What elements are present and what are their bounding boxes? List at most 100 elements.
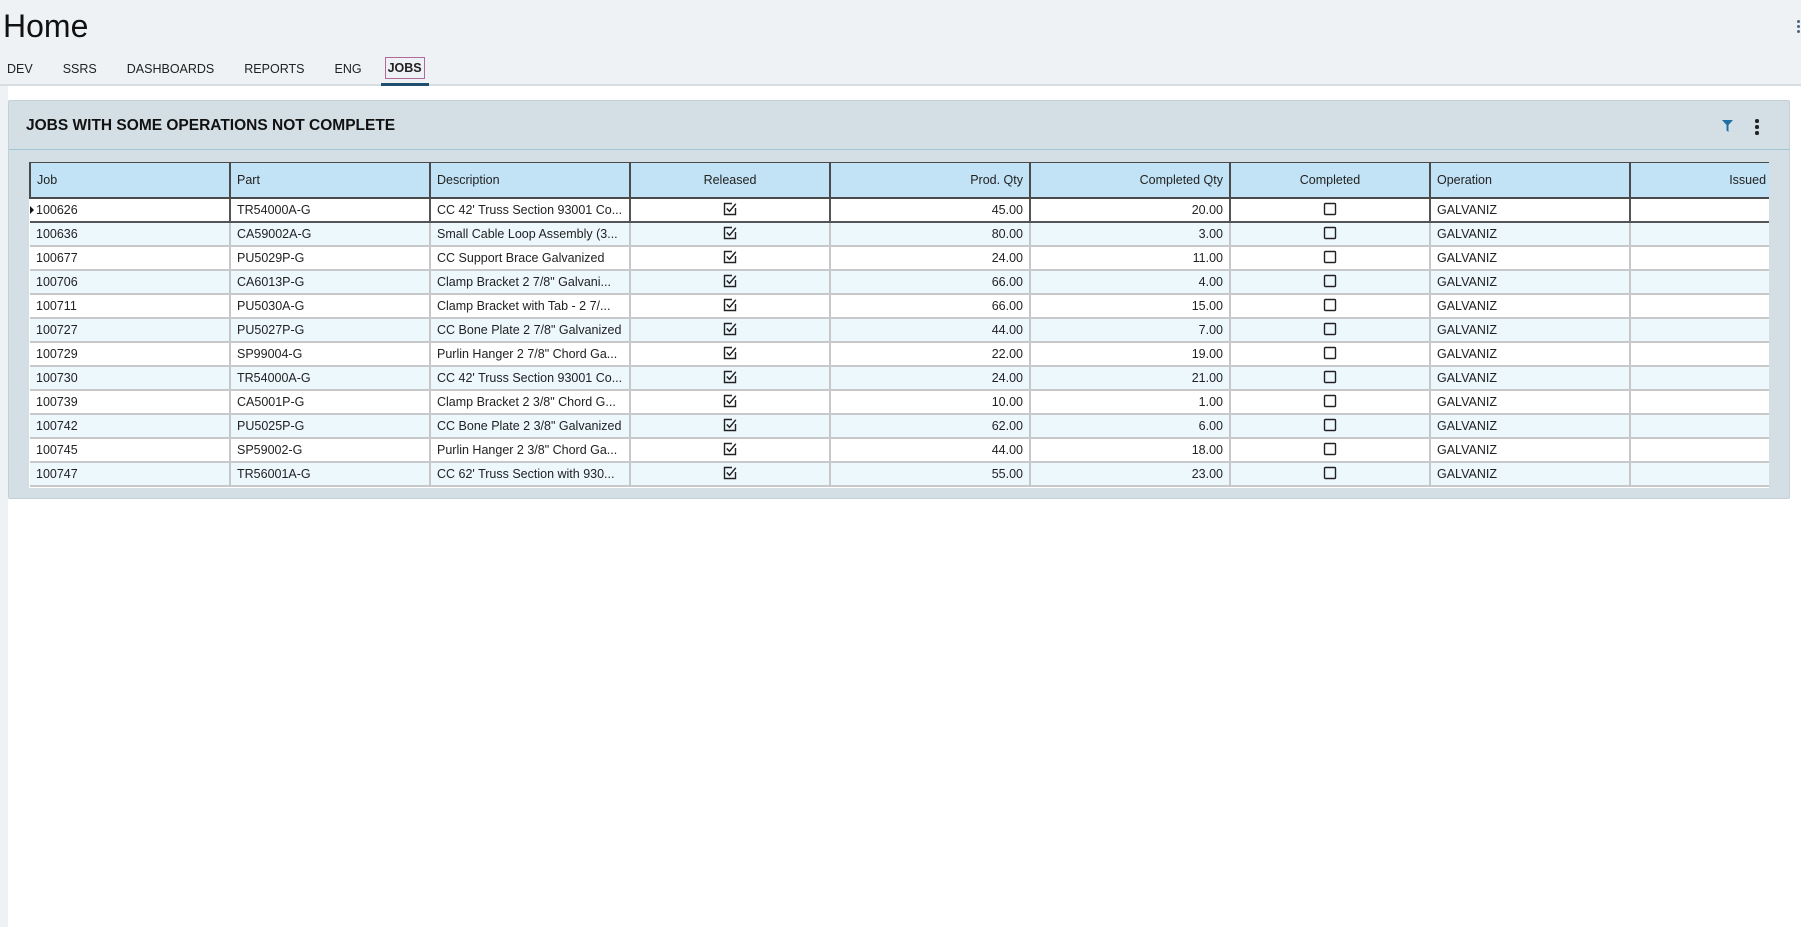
cell-released[interactable] xyxy=(630,270,831,295)
cell-completed-qty[interactable]: 7.00 xyxy=(1030,318,1231,343)
table-row[interactable]: 100730 TR54000A-G CC 42' Truss Section 930… xyxy=(30,366,1769,391)
column-header-completed[interactable]: Completed xyxy=(1229,162,1431,199)
cell-operation[interactable]: GALVANIZ xyxy=(1430,318,1631,343)
cell-released[interactable] xyxy=(630,462,831,487)
table-row[interactable]: 100706 CA6013P-G Clamp Bracket 2 7/8" Galv… xyxy=(30,270,1769,295)
cell-prod-qty[interactable]: 24.00 xyxy=(830,246,1031,271)
cell-operation[interactable]: GALVANIZ xyxy=(1430,438,1631,463)
cell-part[interactable]: CA6013P-G xyxy=(230,270,431,295)
checkbox-checked-icon[interactable] xyxy=(723,298,737,315)
cell-prod-qty[interactable]: 44.00 xyxy=(830,438,1031,463)
checkbox-unchecked-icon[interactable] xyxy=(1323,418,1337,435)
cell-part[interactable]: CA59002A-G xyxy=(230,222,431,247)
cell-part[interactable]: SP99004-G xyxy=(230,342,431,367)
cell-job[interactable]: 100626 xyxy=(30,198,231,223)
cell-operation[interactable]: GALVANIZ xyxy=(1430,294,1631,319)
cell-completed[interactable] xyxy=(1230,462,1431,487)
cell-job[interactable]: 100742 xyxy=(30,414,231,439)
cell-issued-complete[interactable] xyxy=(1630,438,1769,463)
cell-part[interactable]: SP59002-G xyxy=(230,438,431,463)
cell-completed[interactable] xyxy=(1230,414,1431,439)
cell-operation[interactable]: GALVANIZ xyxy=(1430,222,1631,247)
checkbox-unchecked-icon[interactable] xyxy=(1323,226,1337,243)
table-row[interactable]: 100739 CA5001P-G Clamp Bracket 2 3/8" Chor… xyxy=(30,390,1769,415)
cell-completed-qty[interactable]: 20.00 xyxy=(1030,198,1231,223)
cell-completed[interactable] xyxy=(1230,438,1431,463)
cell-prod-qty[interactable]: 80.00 xyxy=(830,222,1031,247)
cell-job[interactable]: 100727 xyxy=(30,318,231,343)
cell-completed-qty[interactable]: 18.00 xyxy=(1030,438,1231,463)
cell-completed-qty[interactable]: 1.00 xyxy=(1030,390,1231,415)
cell-description[interactable]: Clamp Bracket with Tab - 2 7/... xyxy=(430,294,631,319)
column-header-part[interactable]: Part xyxy=(229,162,431,199)
cell-released[interactable] xyxy=(630,294,831,319)
cell-released[interactable] xyxy=(630,222,831,247)
cell-issued-complete[interactable] xyxy=(1630,462,1769,487)
cell-prod-qty[interactable]: 66.00 xyxy=(830,294,1031,319)
table-row[interactable]: 100742 PU5025P-G CC Bone Plate 2 3/8" Galv… xyxy=(30,414,1769,439)
cell-description[interactable]: Purlin Hanger 2 3/8" Chord Ga... xyxy=(430,438,631,463)
cell-issued-complete[interactable] xyxy=(1630,270,1769,295)
table-row[interactable]: 100747 TR56001A-G CC 62' Truss Section wit… xyxy=(30,462,1769,487)
cell-description[interactable]: Small Cable Loop Assembly (3... xyxy=(430,222,631,247)
cell-released[interactable] xyxy=(630,246,831,271)
table-row[interactable]: 100727 PU5027P-G CC Bone Plate 2 7/8" Galv… xyxy=(30,318,1769,343)
column-header-prod-qty[interactable]: Prod. Qty xyxy=(829,162,1031,199)
cell-released[interactable] xyxy=(630,366,831,391)
cell-completed-qty[interactable]: 3.00 xyxy=(1030,222,1231,247)
cell-operation[interactable]: GALVANIZ xyxy=(1430,270,1631,295)
cell-description[interactable]: CC 42' Truss Section 93001 Co... xyxy=(430,198,631,223)
cell-completed-qty[interactable]: 19.00 xyxy=(1030,342,1231,367)
checkbox-unchecked-icon[interactable] xyxy=(1323,322,1337,339)
cell-description[interactable]: CC 62' Truss Section with 930... xyxy=(430,462,631,487)
cell-job[interactable]: 100730 xyxy=(30,366,231,391)
tab-eng[interactable]: ENG xyxy=(327,58,368,80)
cell-prod-qty[interactable]: 10.00 xyxy=(830,390,1031,415)
cell-completed-qty[interactable]: 11.00 xyxy=(1030,246,1231,271)
cell-operation[interactable]: GALVANIZ xyxy=(1430,198,1631,223)
column-header-completed-qty[interactable]: Completed Qty xyxy=(1029,162,1231,199)
cell-prod-qty[interactable]: 45.00 xyxy=(830,198,1031,223)
checkbox-checked-icon[interactable] xyxy=(723,466,737,483)
table-row[interactable]: 100711 PU5030A-G Clamp Bracket with Tab - … xyxy=(30,294,1769,319)
cell-description[interactable]: CC Support Brace Galvanized xyxy=(430,246,631,271)
cell-prod-qty[interactable]: 44.00 xyxy=(830,318,1031,343)
cell-job[interactable]: 100729 xyxy=(30,342,231,367)
cell-released[interactable] xyxy=(630,318,831,343)
checkbox-checked-icon[interactable] xyxy=(723,250,737,267)
cell-completed[interactable] xyxy=(1230,246,1431,271)
checkbox-checked-icon[interactable] xyxy=(723,370,737,387)
cell-completed[interactable] xyxy=(1230,318,1431,343)
cell-completed[interactable] xyxy=(1230,366,1431,391)
checkbox-checked-icon[interactable] xyxy=(723,418,737,435)
tab-dev[interactable]: DEV xyxy=(0,58,40,80)
table-row[interactable]: 100729 SP99004-G Purlin Hanger 2 7/8" Chor… xyxy=(30,342,1769,367)
cell-completed-qty[interactable]: 4.00 xyxy=(1030,270,1231,295)
cell-description[interactable]: CC Bone Plate 2 7/8" Galvanized xyxy=(430,318,631,343)
cell-released[interactable] xyxy=(630,342,831,367)
cell-part[interactable]: PU5029P-G xyxy=(230,246,431,271)
cell-issued-complete[interactable] xyxy=(1630,222,1769,247)
checkbox-unchecked-icon[interactable] xyxy=(1323,442,1337,459)
checkbox-unchecked-icon[interactable] xyxy=(1323,298,1337,315)
cell-completed[interactable] xyxy=(1230,198,1431,223)
cell-part[interactable]: PU5025P-G xyxy=(230,414,431,439)
cell-issued-complete[interactable] xyxy=(1630,198,1769,223)
cell-completed-qty[interactable]: 6.00 xyxy=(1030,414,1231,439)
cell-prod-qty[interactable]: 62.00 xyxy=(830,414,1031,439)
cell-completed-qty[interactable]: 15.00 xyxy=(1030,294,1231,319)
tab-jobs[interactable]: JOBS xyxy=(380,57,429,86)
checkbox-checked-icon[interactable] xyxy=(723,394,737,411)
checkbox-unchecked-icon[interactable] xyxy=(1323,466,1337,483)
cell-job[interactable]: 100739 xyxy=(30,390,231,415)
cell-issued-complete[interactable] xyxy=(1630,318,1769,343)
cell-description[interactable]: Purlin Hanger 2 7/8" Chord Ga... xyxy=(430,342,631,367)
cell-job[interactable]: 100745 xyxy=(30,438,231,463)
table-row[interactable]: 100677 PU5029P-G CC Support Brace Galvaniz… xyxy=(30,246,1769,271)
jobs-grid[interactable]: Job Part Description Released Prod. Qty Compl… xyxy=(29,162,1769,488)
cell-part[interactable]: TR54000A-G xyxy=(230,198,431,223)
cell-released[interactable] xyxy=(630,198,831,223)
cell-issued-complete[interactable] xyxy=(1630,294,1769,319)
cell-part[interactable]: TR56001A-G xyxy=(230,462,431,487)
cell-description[interactable]: Clamp Bracket 2 3/8" Chord G... xyxy=(430,390,631,415)
